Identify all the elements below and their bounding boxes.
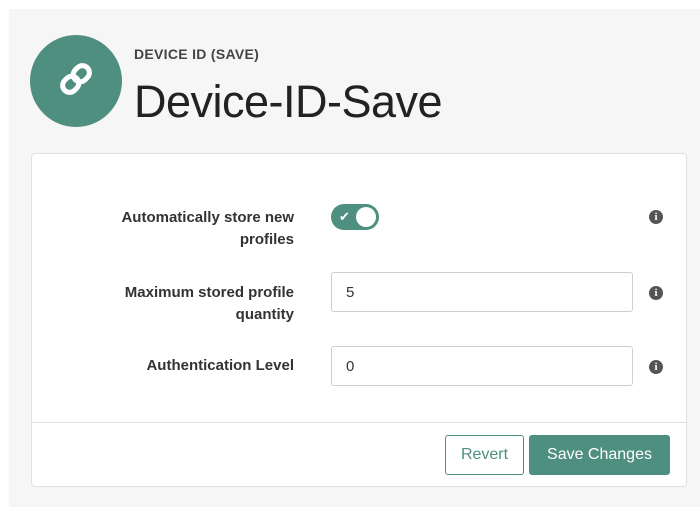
auto-store-toggle[interactable]: ✔ bbox=[331, 204, 379, 230]
revert-button[interactable]: Revert bbox=[445, 435, 524, 475]
check-icon: ✔ bbox=[339, 209, 350, 224]
max-profiles-label: Maximum stored profile quantity bbox=[74, 282, 294, 326]
auth-level-input[interactable] bbox=[331, 346, 633, 386]
page-title: Device-ID-Save bbox=[134, 76, 443, 127]
info-icon[interactable]: i bbox=[649, 210, 663, 224]
header-avatar bbox=[30, 35, 122, 127]
auto-store-label-line1: Automatically store new bbox=[121, 209, 294, 226]
auto-store-label-line2: profiles bbox=[239, 231, 294, 248]
max-profiles-label-line1: Maximum stored profile bbox=[124, 284, 294, 301]
info-icon[interactable]: i bbox=[649, 360, 663, 374]
link-icon bbox=[56, 59, 96, 104]
auth-level-label: Authentication Level bbox=[74, 355, 294, 377]
save-changes-button[interactable]: Save Changes bbox=[529, 435, 670, 475]
toggle-knob bbox=[356, 207, 376, 227]
page-subtitle: DEVICE ID (SAVE) bbox=[134, 46, 260, 62]
auto-store-label: Automatically store new profiles bbox=[74, 207, 294, 251]
auth-level-label-line1: Authentication Level bbox=[146, 357, 294, 374]
max-profiles-input[interactable] bbox=[331, 272, 633, 312]
max-profiles-label-line2: quantity bbox=[235, 306, 294, 323]
info-icon[interactable]: i bbox=[649, 286, 663, 300]
settings-card: Automatically store new profiles ✔ i Max… bbox=[31, 153, 687, 487]
